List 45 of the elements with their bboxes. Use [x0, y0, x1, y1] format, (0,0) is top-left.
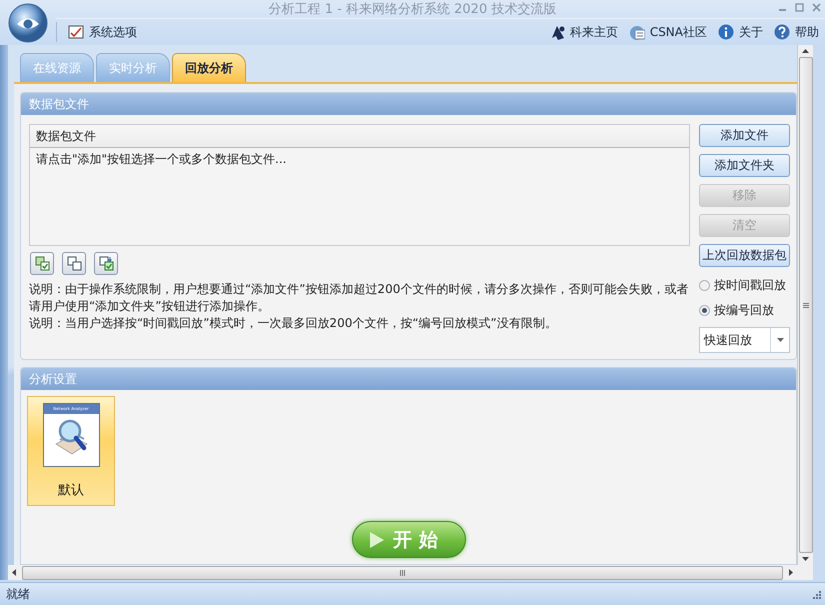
options-icon	[68, 25, 84, 39]
status-text: 就绪	[6, 586, 30, 602]
resize-grip-icon[interactable]	[812, 590, 821, 598]
list-hint: 请点击"添加"按钮选择一个或多个数据包文件...	[35, 151, 288, 168]
panel-header: 分析设置	[21, 368, 796, 390]
menu-link[interactable]: 帮助	[795, 24, 819, 40]
play-icon	[369, 530, 386, 548]
deselect-button[interactable]	[62, 252, 86, 275]
link[interactable]: 科来主页	[570, 24, 618, 40]
action-button[interactable]: 添加文件	[699, 124, 790, 147]
note-text: 说明：由于操作系统限制，用户想要通过“添加文件”按钮添加超过200个文件的时候，请分多次操作，否则可能会失败，或者请用户使用“添加文件夹”按钮进行添加操作。	[29, 281, 690, 315]
options-button[interactable]: 系统选项	[65, 22, 140, 42]
profile-label: 默认	[58, 482, 84, 499]
info-icon[interactable]	[718, 24, 734, 40]
scroll-right-icon[interactable]	[789, 569, 793, 576]
invert-selection-icon	[98, 256, 114, 271]
grip-icon	[802, 302, 808, 308]
file-list[interactable]: 数据包文件 请点击"添加"按钮选择一个或多个数据包文件...	[29, 124, 690, 246]
help-icon[interactable]	[774, 24, 790, 40]
scroll-up-icon[interactable]	[802, 49, 809, 53]
note-text: 说明：当用户选择按“时间戳回放”模式时，一次最多回放200个文件，按“编号回放模式”没有限制。	[29, 315, 558, 332]
dropdown-arrow-icon	[776, 338, 784, 342]
radio-button[interactable]	[699, 280, 710, 291]
deselect-icon	[66, 256, 82, 271]
vertical-scrollbar[interactable]	[797, 45, 813, 565]
menu-link[interactable]: 关于	[739, 24, 763, 40]
tab[interactable]: 回放分析	[172, 53, 246, 82]
action-button[interactable]: 添加文件夹	[699, 154, 790, 177]
invert-selection-button[interactable]	[94, 252, 118, 275]
panel-header: 数据包文件	[21, 93, 796, 115]
link[interactable]: CSNA社区	[650, 24, 707, 40]
scroll-left-icon[interactable]	[12, 569, 16, 576]
select-all-button[interactable]	[30, 252, 54, 275]
grip-icon	[400, 570, 405, 576]
radio-button[interactable]	[699, 305, 710, 316]
horizontal-scrollbar[interactable]	[8, 565, 797, 580]
scroll-down-icon[interactable]	[802, 557, 809, 561]
radio-label[interactable]: 按编号回放	[714, 302, 774, 319]
community-icon[interactable]	[628, 24, 645, 40]
select-all-icon	[34, 256, 50, 271]
speed-dropdown[interactable]: 快速回放	[699, 327, 790, 353]
window-title: 分析工程 1 - 科来网络分析系统 2020 技术交流版	[268, 1, 556, 18]
app-logo-icon[interactable]	[8, 2, 48, 42]
action-button[interactable]: 上次回放数据包	[699, 244, 790, 267]
radio-label[interactable]: 按时间戳回放	[714, 277, 786, 294]
